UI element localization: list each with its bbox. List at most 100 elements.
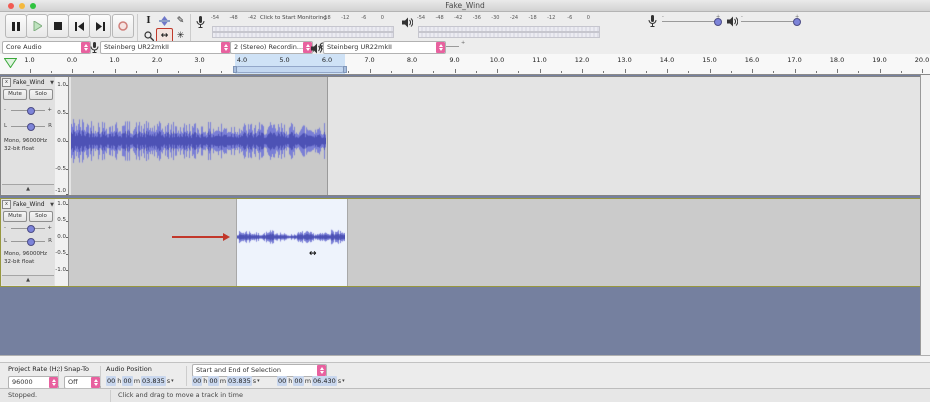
meter-scale-label: 0 (380, 15, 384, 21)
selection-toolbar: Project Rate (Hz) 96000 Snap-To Off Audi… (0, 362, 930, 389)
track-title[interactable]: Fake_Wind (13, 201, 48, 208)
pan-slider[interactable]: L R (4, 237, 52, 246)
meter-scale-label: -54 (416, 15, 426, 21)
track-bitdepth-info: 32-bit float (4, 146, 35, 152)
selection-tool-button[interactable]: I (141, 14, 156, 27)
track-1-waveform-area[interactable] (69, 77, 920, 195)
record-meter-mic-icon (196, 16, 205, 28)
track-close-button[interactable]: x (2, 78, 11, 87)
snap-to-label: Snap-To (64, 365, 89, 373)
ruler-time-label: 11.0 (532, 56, 547, 64)
playback-state: Stopped. (8, 391, 38, 399)
mute-button[interactable]: Mute (3, 211, 27, 222)
zoom-tool-icon (143, 30, 154, 41)
recording-meter[interactable]: -54 -48 -42 -18 -12 -6 0 Click to Start Monito… (210, 14, 396, 38)
project-rate-value: 96000 (12, 378, 33, 386)
skip-to-end-button[interactable] (89, 14, 111, 38)
ruler-time-label: 2.0 (151, 56, 163, 64)
recording-device-dropdown-icon[interactable] (221, 42, 230, 53)
meter-scale-label: -36 (472, 15, 481, 21)
ruler-time-label: 19.0 (872, 56, 887, 64)
ruler-time-label: 16.0 (744, 56, 760, 64)
solo-button[interactable]: Solo (29, 89, 53, 100)
selection-start-field[interactable]: 00 h 00 m 03.835 s ▾ (192, 375, 260, 387)
skip-to-start-button[interactable] (68, 14, 90, 38)
track-format-info: Mono, 96000Hz (4, 251, 47, 257)
track-collapse-button[interactable]: ▲ (2, 275, 54, 285)
gain-slider-thumb[interactable] (27, 107, 35, 115)
skip-to-start-icon (74, 21, 84, 31)
mute-button[interactable]: Mute (3, 89, 27, 100)
stop-icon (54, 22, 62, 30)
annotation-arrow (172, 236, 223, 238)
monitor-label[interactable]: Click to Start Monitoring (260, 15, 327, 21)
track-2-control-panel: x Fake_Wind ▼ Mute Solo - + L R Mono, 96… (1, 199, 56, 286)
gain-slider[interactable]: - + (4, 224, 52, 233)
project-rate-dropdown-icon[interactable] (49, 377, 58, 388)
ruler-time-label: 7.0 (364, 56, 375, 64)
audio-clip-selected[interactable] (236, 199, 348, 286)
track-format-info: Mono, 96000Hz (4, 138, 47, 144)
ruler-time-label: 8.0 (406, 56, 418, 64)
track-menu-dropdown-icon[interactable]: ▼ (50, 202, 54, 208)
vertical-scrollbar[interactable] (920, 75, 930, 355)
ruler-time-label: 14.0 (659, 56, 675, 64)
recording-channels-select[interactable]: 2 (Stereo) Recordin... (230, 41, 313, 54)
pan-slider[interactable]: L R (4, 122, 52, 131)
skip-to-end-icon (95, 21, 105, 31)
snap-to-dropdown-icon[interactable] (91, 377, 100, 388)
track-workspace: x Fake_Wind ▼ Mute Solo - + L R Mono, 96… (0, 75, 930, 355)
track-collapse-button[interactable]: ▲ (2, 184, 54, 194)
playback-meter[interactable]: -54 -48 -42 -36 -30 -24 -18 -12 -6 0 (416, 14, 602, 38)
stop-button[interactable] (47, 14, 69, 38)
ruler-time-label: 20.0 (914, 56, 930, 64)
play-icon (33, 21, 42, 31)
play-button[interactable] (26, 14, 48, 38)
meter-scale-label: -48 (435, 15, 444, 21)
meter-scale-label: -12 (547, 15, 556, 21)
pan-slider-thumb[interactable] (27, 238, 35, 246)
gain-slider[interactable]: - + (4, 106, 52, 115)
track-menu-dropdown-icon[interactable]: ▼ (50, 80, 54, 86)
time-shift-cursor-icon: ↔ (309, 249, 317, 259)
record-button[interactable] (112, 14, 134, 38)
selection-mode-value: Start and End of Selection (196, 366, 281, 374)
ruler-selection-handle-left[interactable] (232, 66, 237, 73)
playback-device-dropdown-icon[interactable] (436, 42, 445, 53)
timeline-pin-indicator-icon[interactable] (4, 58, 17, 68)
status-hint: Click and drag to move a track in time (118, 391, 243, 399)
ruler-time-label: 15.0 (702, 56, 717, 64)
audio-position-field[interactable]: 00 h 00 m 03.835 s ▾ (106, 375, 174, 387)
recording-device-value: Steinberg UR22mkII (104, 43, 169, 51)
solo-button[interactable]: Solo (29, 211, 53, 222)
pan-slider-thumb[interactable] (27, 123, 35, 131)
mixer-mic-icon (648, 15, 657, 27)
vertical-scale-ruler[interactable]: 1.0 0.5 0.0 -0.5 -1.0 (55, 77, 69, 195)
ruler-time-label: 4.0 (236, 56, 248, 64)
track-2-waveform-area[interactable]: ↔ (69, 199, 920, 286)
timeline-ruler[interactable]: 1.0 0.0 1.0 2.0 3.0 4.0 5.0 6.0 7.0 8.0 9.0 10.0 11.… (0, 54, 930, 75)
ruler-selection-scrub-bar[interactable] (234, 66, 346, 73)
selection-end-field[interactable]: 00 h 00 m 06.430 s ▾ (277, 375, 345, 387)
track-title[interactable]: Fake_Wind (13, 79, 48, 86)
ruler-selection-handle-right[interactable] (343, 66, 348, 73)
audio-clip[interactable] (71, 77, 328, 195)
envelope-tool-button[interactable] (157, 14, 172, 27)
gain-slider-thumb[interactable] (27, 225, 35, 233)
recording-device-select[interactable]: Steinberg UR22mkII (100, 41, 231, 54)
window-title: Fake_Wind (445, 1, 485, 10)
draw-tool-button[interactable]: ✎ (173, 14, 188, 27)
time-format-dropdown-icon[interactable]: ▾ (257, 378, 260, 384)
ruler-time-label: 5.0 (279, 56, 290, 64)
time-format-dropdown-icon[interactable]: ▾ (171, 378, 174, 384)
audio-host-dropdown-icon[interactable] (81, 42, 90, 53)
track-close-button[interactable]: x (2, 200, 11, 209)
audio-host-select[interactable]: Core Audio (2, 41, 91, 54)
pause-button[interactable] (5, 14, 27, 38)
meter-scale-label: 0 (586, 15, 590, 21)
vertical-scale-ruler[interactable]: 1.0 0.5 0.0 -0.5 -1.0 (55, 199, 69, 286)
time-format-dropdown-icon[interactable]: ▾ (342, 378, 345, 384)
playback-device-select[interactable]: Steinberg UR22mkII (323, 41, 446, 54)
meter-scale-label: -12 (341, 15, 350, 21)
envelope-tool-icon (159, 15, 170, 26)
